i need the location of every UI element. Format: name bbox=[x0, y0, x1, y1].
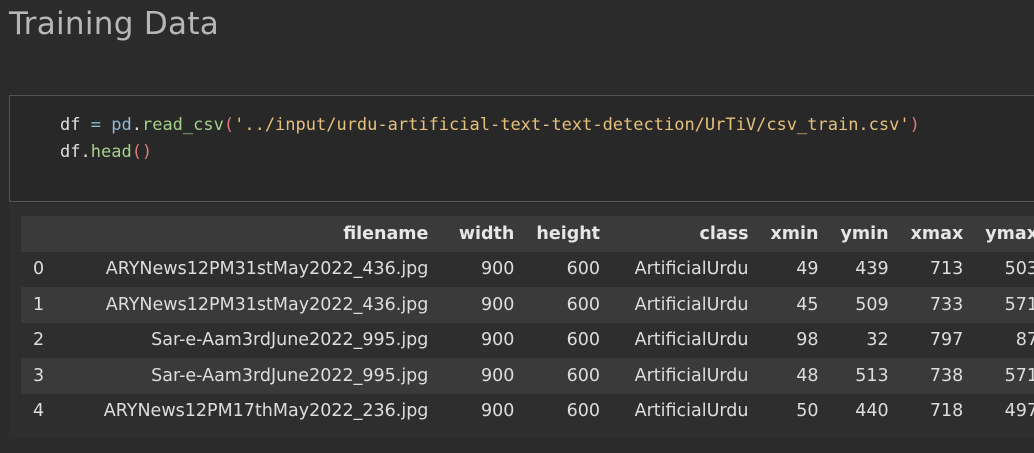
cell-ymax: 87 bbox=[1015, 330, 1034, 351]
cell-xmax: 797 bbox=[929, 330, 964, 351]
cell-ymin: 509 bbox=[855, 294, 889, 315]
column-header-ymax: ymax bbox=[985, 223, 1034, 244]
cell-output: filename width height class xmin ymin xm… bbox=[9, 204, 1034, 438]
code-paren: ) bbox=[909, 115, 920, 135]
cell-width: 900 bbox=[480, 401, 515, 422]
cell-ymin: 513 bbox=[855, 365, 889, 386]
code-line-1: df = pd.read_csv('../input/urdu-artifici… bbox=[60, 115, 920, 135]
column-header-xmin: xmin bbox=[770, 223, 819, 244]
table-row: 2 Sar-e-Aam3rdJune2022_995.jpg 900 600 A… bbox=[21, 322, 1034, 358]
section-heading: Training Data bbox=[9, 6, 220, 42]
table-header-row: filename width height class xmin ymin xm… bbox=[21, 216, 1034, 252]
cell-filename: Sar-e-Aam3rdJune2022_995.jpg bbox=[151, 365, 429, 386]
cell-ymin: 32 bbox=[866, 330, 889, 351]
cell-ymax: 497 bbox=[1004, 401, 1034, 422]
row-index: 2 bbox=[33, 330, 45, 351]
table-row: 3 Sar-e-Aam3rdJune2022_995.jpg 900 600 A… bbox=[21, 358, 1034, 394]
row-index: 3 bbox=[33, 365, 45, 386]
cell-xmax: 738 bbox=[929, 365, 964, 386]
code-cell[interactable]: df = pd.read_csv('../input/urdu-artifici… bbox=[9, 95, 1034, 202]
cell-class: ArtificialUrdu bbox=[634, 330, 749, 351]
cell-xmin: 45 bbox=[796, 294, 819, 315]
cell-filename: ARYNews12PM31stMay2022_436.jpg bbox=[105, 294, 429, 315]
cell-class: ArtificialUrdu bbox=[634, 401, 749, 422]
column-header-index bbox=[21, 216, 57, 252]
code-paren: () bbox=[131, 142, 153, 162]
column-header-class: class bbox=[699, 223, 749, 244]
cell-width: 900 bbox=[480, 294, 515, 315]
cell-class: ArtificialUrdu bbox=[634, 294, 749, 315]
code-function: head bbox=[90, 142, 132, 162]
table-row: 4 ARYNews12PM17thMay2022_236.jpg 900 600… bbox=[21, 393, 1034, 429]
dataframe-table: filename width height class xmin ymin xm… bbox=[21, 216, 1034, 429]
cell-ymin: 440 bbox=[855, 401, 889, 422]
cell-height: 600 bbox=[566, 294, 601, 315]
cell-height: 600 bbox=[566, 365, 601, 386]
cell-ymax: 503 bbox=[1004, 259, 1034, 280]
row-index: 0 bbox=[33, 259, 45, 280]
code-dot: . bbox=[131, 115, 142, 135]
cell-width: 900 bbox=[480, 259, 515, 280]
code-line-2: df.head() bbox=[60, 142, 152, 162]
column-header-width: width bbox=[458, 223, 515, 244]
cell-xmin: 98 bbox=[796, 330, 819, 351]
cell-xmax: 733 bbox=[929, 294, 964, 315]
code-var: df bbox=[60, 142, 81, 162]
code-dot: . bbox=[80, 142, 91, 162]
cell-filename: ARYNews12PM17thMay2022_236.jpg bbox=[103, 401, 429, 422]
row-index: 4 bbox=[33, 401, 45, 422]
cell-xmax: 713 bbox=[929, 259, 964, 280]
cell-width: 900 bbox=[480, 365, 515, 386]
code-module: pd bbox=[111, 115, 132, 135]
cell-xmin: 48 bbox=[796, 365, 819, 386]
code-string: '../input/urdu-artificial-text-text-dete… bbox=[234, 115, 910, 135]
cell-xmax: 718 bbox=[929, 401, 964, 422]
cell-width: 900 bbox=[480, 330, 515, 351]
cell-height: 600 bbox=[566, 401, 601, 422]
code-function: read_csv bbox=[141, 115, 224, 135]
column-header-ymin: ymin bbox=[840, 223, 889, 244]
table-row: 0 ARYNews12PM31stMay2022_436.jpg 900 600… bbox=[21, 251, 1034, 287]
cell-xmin: 50 bbox=[796, 401, 819, 422]
cell-height: 600 bbox=[566, 330, 601, 351]
cell-xmin: 49 bbox=[796, 259, 819, 280]
cell-ymax: 571 bbox=[1004, 365, 1034, 386]
cell-height: 600 bbox=[566, 259, 601, 280]
column-header-xmax: xmax bbox=[910, 223, 964, 244]
column-header-filename: filename bbox=[343, 223, 429, 244]
cell-filename: Sar-e-Aam3rdJune2022_995.jpg bbox=[151, 330, 429, 351]
cell-ymax: 571 bbox=[1004, 294, 1034, 315]
row-index: 1 bbox=[33, 294, 45, 315]
code-var: df bbox=[60, 115, 81, 135]
table-row: 1 ARYNews12PM31stMay2022_436.jpg 900 600… bbox=[21, 287, 1034, 323]
cell-class: ArtificialUrdu bbox=[634, 365, 749, 386]
cell-class: ArtificialUrdu bbox=[634, 259, 749, 280]
cell-ymin: 439 bbox=[855, 259, 889, 280]
column-header-height: height bbox=[536, 223, 601, 244]
code-operator: = bbox=[90, 115, 101, 135]
cell-filename: ARYNews12PM31stMay2022_436.jpg bbox=[105, 259, 429, 280]
code-paren: ( bbox=[223, 115, 235, 135]
